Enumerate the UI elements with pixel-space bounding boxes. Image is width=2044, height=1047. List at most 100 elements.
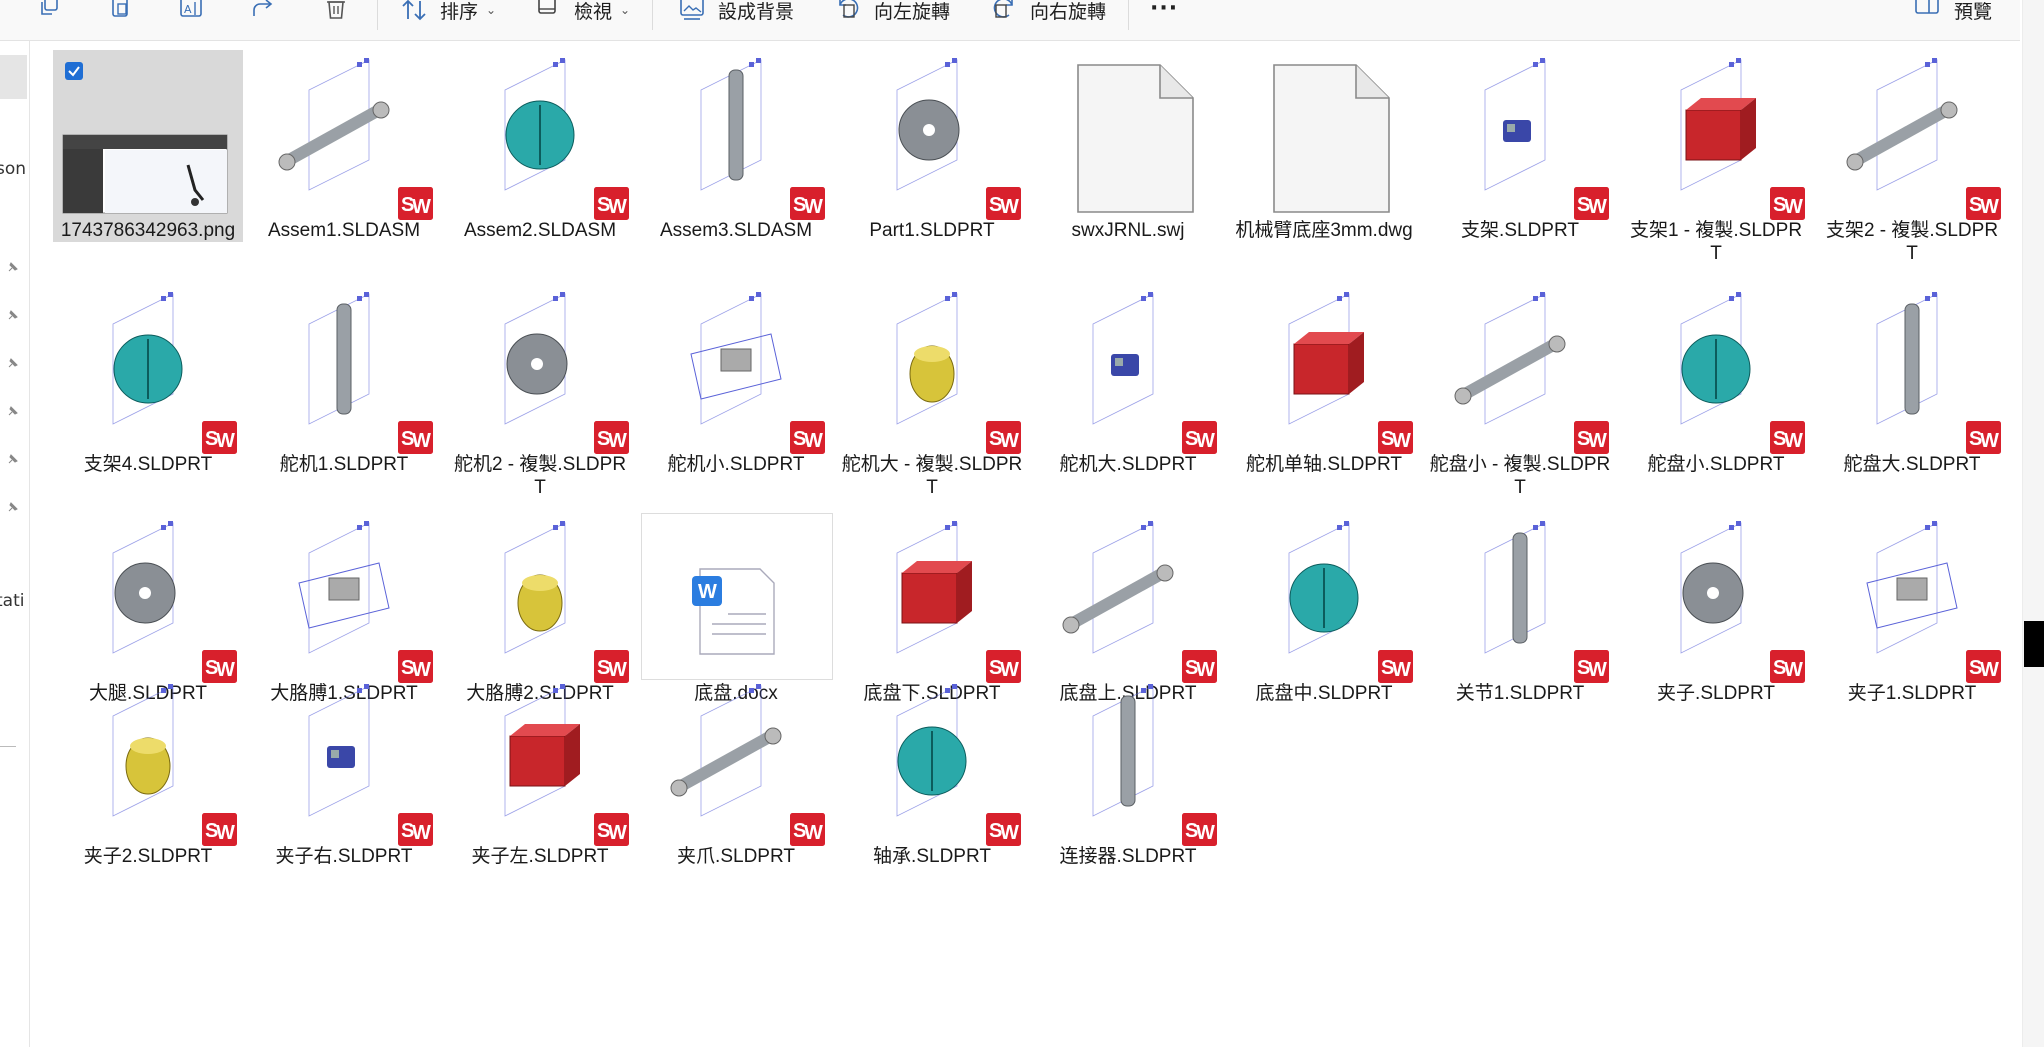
scrollbar-thumb[interactable] [2024,621,2044,667]
svg-text:W: W [1196,822,1215,844]
file-name-label: 底盘中.SLDPRT [1255,683,1393,704]
solidworks-badge-icon: SW [1769,649,1806,684]
file-name-label: 夹子1.SLDPRT [1847,683,1977,704]
solidworks-badge-icon: SW [985,186,1022,221]
solidworks-assembly-icon: SW [249,50,439,221]
file-name-label: 舵盘小 - 複製.SLDPRT [1429,454,1611,498]
svg-text:W: W [698,581,717,603]
svg-text:W: W [1000,196,1019,218]
solidworks-badge-icon: SW [1965,649,2002,684]
solidworks-part-icon: SW [1033,513,1223,684]
file-tile[interactable]: 机械臂底座3mm.dwg [1229,50,1419,242]
file-tile[interactable]: swxJRNL.swj [1033,50,1223,242]
file-name-label: 关节1.SLDPRT [1455,683,1585,704]
file-tile[interactable]: S W 舵盘大.SLDPRT [1817,284,2007,476]
file-tile[interactable]: S W 夹子1.SLDPRT [1817,513,2007,705]
file-tile[interactable]: S W 支架1 - 複製.SLDPRT [1621,50,1811,265]
file-tile[interactable]: S W 支架4.SLDPRT [53,284,243,476]
file-name-label: 支架4.SLDPRT [83,454,213,475]
file-tile[interactable]: S W Assem3.SLDASM [641,50,831,242]
file-name-label: 支架.SLDPRT [1461,220,1579,241]
svg-text:W: W [1784,430,1803,452]
file-name-label: Assem3.SLDASM [659,220,813,241]
file-tile[interactable]: S W 舵机大.SLDPRT [1033,284,1223,476]
solidworks-badge-icon: SW [201,812,238,847]
file-tile[interactable]: 1743786342963.png [53,50,243,242]
file-name-label: 舵机大 - 複製.SLDPRT [841,454,1023,498]
word-document-icon: W [641,513,833,680]
solidworks-part-icon: SW [1621,284,1811,455]
file-name-label: 机械臂底座3mm.dwg [1235,220,1413,241]
selection-checkbox[interactable] [65,62,83,80]
file-name-label: 支架1 - 複製.SLDPRT [1629,220,1803,264]
solidworks-part-icon: SW [249,284,439,455]
solidworks-part-icon: SW [1033,284,1223,455]
svg-text:W: W [1392,659,1411,681]
blank-document-icon [1229,50,1419,215]
svg-text:W: W [804,196,823,218]
solidworks-badge-icon: SW [1573,186,1610,221]
solidworks-badge-icon: SW [1769,186,1806,221]
file-tile[interactable]: S W 舵机1.SLDPRT [249,284,439,476]
file-tile[interactable]: S W 舵机大 - 複製.SLDPRT [837,284,1027,499]
file-name-label: swxJRNL.swj [1071,220,1185,241]
solidworks-part-icon: SW [641,676,831,847]
svg-text:W: W [216,430,235,452]
file-tile[interactable]: S W 底盘中.SLDPRT [1229,513,1419,705]
file-tile[interactable]: S W 夹爪.SLDPRT [641,676,831,868]
file-tile[interactable]: S W 支架2 - 複製.SLDPRT [1817,50,2007,265]
file-name-label: Part1.SLDPRT [869,220,995,241]
solidworks-badge-icon: SW [397,186,434,221]
file-tile[interactable]: S W 舵机2 - 複製.SLDPRT [445,284,635,499]
file-tile[interactable]: S W 夹子.SLDPRT [1621,513,1811,705]
file-tile[interactable]: S W 舵盘小.SLDPRT [1621,284,1811,476]
file-tile[interactable]: S W 夹子2.SLDPRT [53,676,243,868]
file-tile[interactable]: S W 关节1.SLDPRT [1425,513,1615,705]
svg-text:W: W [804,822,823,844]
file-tile[interactable]: S W 夹子右.SLDPRT [249,676,439,868]
file-name-label: 夹子右.SLDPRT [275,846,413,867]
file-name-label: 舵盘大.SLDPRT [1843,454,1981,475]
solidworks-badge-icon: SW [985,812,1022,847]
solidworks-badge-icon: SW [789,186,826,221]
solidworks-part-icon: SW [1229,513,1419,684]
file-tile[interactable]: S W Assem2.SLDASM [445,50,635,242]
file-tile[interactable]: S W 舵机小.SLDPRT [641,284,831,476]
file-tile[interactable]: S W Part1.SLDPRT [837,50,1027,242]
svg-text:W: W [1588,430,1607,452]
file-tile[interactable]: S W 轴承.SLDPRT [837,676,1027,868]
solidworks-badge-icon: SW [1573,420,1610,455]
solidworks-badge-icon: SW [1965,420,2002,455]
solidworks-badge-icon: SW [1377,649,1414,684]
solidworks-part-icon: SW [1817,284,2007,455]
file-tile[interactable]: S W 夹子左.SLDPRT [445,676,635,868]
solidworks-badge-icon: SW [1573,649,1610,684]
solidworks-part-icon: SW [837,513,1027,684]
svg-text:W: W [1784,196,1803,218]
file-tile[interactable]: S W 舵盘小 - 複製.SLDPRT [1425,284,1615,499]
solidworks-badge-icon: SW [789,420,826,455]
file-tile[interactable]: S W 连接器.SLDPRT [1033,676,1223,868]
blank-document-icon [1033,50,1223,215]
solidworks-part-icon: SW [1817,50,2007,221]
solidworks-part-icon: SW [53,284,243,455]
file-tile[interactable]: S W 支架.SLDPRT [1425,50,1615,242]
solidworks-badge-icon: SW [1377,420,1414,455]
file-tile[interactable]: S W 舵机单轴.SLDPRT [1229,284,1419,476]
file-name-label: 1743786342963.png [60,220,236,241]
solidworks-badge-icon: SW [985,420,1022,455]
solidworks-part-icon: SW [641,284,831,455]
scrollbar[interactable] [2022,0,2044,1047]
svg-text:W: W [608,430,627,452]
solidworks-part-icon: SW [1425,50,1615,221]
file-name-label: Assem1.SLDASM [267,220,421,241]
solidworks-part-icon: SW [445,676,635,847]
solidworks-part-icon: SW [837,50,1027,221]
solidworks-badge-icon: SW [1181,812,1218,847]
solidworks-badge-icon: SW [789,812,826,847]
solidworks-part-icon: SW [1817,513,2007,684]
svg-text:W: W [216,822,235,844]
svg-text:W: W [1000,430,1019,452]
file-tile[interactable]: S W Assem1.SLDASM [249,50,439,242]
solidworks-badge-icon: SW [593,812,630,847]
